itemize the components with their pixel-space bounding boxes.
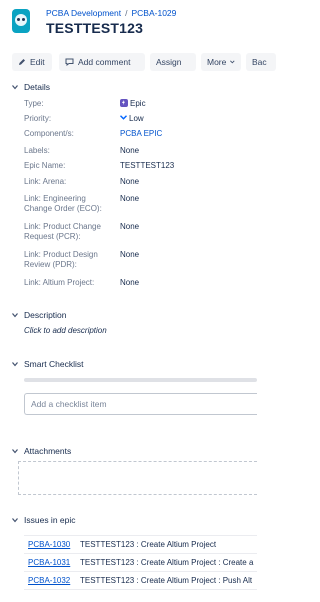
breadcrumb-project-link[interactable]: PCBA Development [46, 8, 121, 18]
issue-summary[interactable]: TESTTEST123 : Create Altium Project [80, 540, 216, 549]
issue-toolbar: Edit Add comment Assign More Bac [12, 53, 276, 71]
chevron-down-icon [12, 449, 18, 454]
add-description-placeholder[interactable]: Click to add description [24, 326, 107, 335]
field-value[interactable]: None [120, 222, 139, 232]
more-button[interactable]: More [201, 53, 241, 71]
field-label: Link: Product Design Review (PDR): [24, 250, 98, 269]
field-label: Type: [24, 99, 44, 108]
field-value[interactable]: None [120, 146, 139, 156]
epic-issue-row: PCBA-1030 TESTTEST123 : Create Altium Pro… [28, 540, 216, 549]
edit-button[interactable]: Edit [12, 53, 52, 71]
priority-low-icon [120, 115, 127, 120]
issue-summary[interactable]: TESTTEST123 : Create Altium Project : Pu… [80, 576, 252, 585]
field-value[interactable]: None [120, 177, 139, 187]
priority-value: Low [129, 114, 144, 123]
issue-key-link[interactable]: PCBA-1032 [28, 576, 80, 585]
field-value[interactable]: None [120, 194, 139, 204]
assign-button[interactable]: Assign [150, 53, 196, 71]
pencil-icon [19, 59, 25, 65]
comment-icon [65, 58, 74, 66]
breadcrumb-separator: / [125, 8, 128, 18]
issues-in-epic-heading: Issues in epic [24, 515, 76, 525]
edit-button-label: Edit [30, 57, 45, 67]
more-button-label: More [207, 57, 227, 67]
epic-issue-row: PCBA-1032 TESTTEST123 : Create Altium Pro… [28, 576, 252, 585]
details-toggle[interactable]: Details [12, 81, 50, 93]
description-heading: Description [24, 310, 67, 320]
field-value[interactable]: Low [120, 114, 144, 124]
breadcrumb-issue-link[interactable]: PCBA-1029 [132, 8, 177, 18]
page-title: TESTTEST123 [46, 20, 144, 36]
field-label: Link: Arena: [24, 177, 67, 186]
details-heading: Details [24, 82, 50, 92]
attachment-drop-zone[interactable] [18, 461, 257, 495]
row-divider [24, 589, 257, 590]
breadcrumb: PCBA Development / PCBA-1029 [46, 8, 176, 18]
component-link[interactable]: PCBA EPIC [120, 129, 162, 138]
field-value: Epic [120, 99, 146, 109]
issue-key-link[interactable]: PCBA-1031 [28, 558, 80, 567]
field-label: Component/s: [24, 129, 74, 138]
epic-icon [120, 99, 128, 107]
checklist-progress-bar [24, 378, 257, 382]
assign-button-label: Assign [156, 57, 182, 67]
chevron-down-icon [230, 60, 235, 64]
add-comment-button[interactable]: Add comment [59, 53, 145, 71]
smart-checklist-heading: Smart Checklist [24, 359, 84, 369]
field-label: Link: Altium Project: [24, 278, 95, 287]
field-value[interactable]: None [120, 250, 139, 260]
attachments-toggle[interactable]: Attachments [12, 445, 71, 457]
row-divider [24, 553, 257, 554]
project-avatar-icon[interactable] [12, 9, 30, 33]
field-value[interactable]: TESTTEST123 [120, 161, 174, 171]
row-divider [24, 571, 257, 572]
description-toggle[interactable]: Description [12, 309, 67, 321]
chevron-down-icon [12, 362, 18, 367]
smart-checklist-toggle[interactable]: Smart Checklist [12, 358, 84, 370]
issue-summary[interactable]: TESTTEST123 : Create Altium Project : Cr… [80, 558, 253, 567]
chevron-down-icon [12, 85, 18, 90]
type-value: Epic [130, 99, 146, 108]
chevron-down-icon [12, 313, 18, 318]
chevron-down-icon [12, 518, 18, 523]
field-label: Epic Name: [24, 161, 66, 170]
issue-key-link[interactable]: PCBA-1030 [28, 540, 80, 549]
epic-issue-row: PCBA-1031 TESTTEST123 : Create Altium Pro… [28, 558, 253, 567]
field-value[interactable]: None [120, 278, 139, 288]
field-label: Labels: [24, 146, 50, 155]
issue-header: PCBA Development / PCBA-1029 TESTTEST123 [12, 7, 257, 45]
checklist-item-input[interactable]: Add a checklist item [24, 393, 257, 415]
field-value: PCBA EPIC [120, 129, 162, 139]
issues-in-epic-toggle[interactable]: Issues in epic [12, 514, 76, 526]
workflow-button[interactable]: Bac [246, 53, 276, 71]
row-divider [24, 535, 257, 536]
attachments-heading: Attachments [24, 446, 72, 456]
add-comment-button-label: Add comment [78, 57, 131, 67]
workflow-button-label: Bac [252, 57, 267, 67]
field-label: Link: Product Change Request (PCR): [24, 222, 101, 241]
field-label: Link: Engineering Change Order (ECO): [24, 194, 102, 213]
field-label: Priority: [24, 114, 52, 123]
